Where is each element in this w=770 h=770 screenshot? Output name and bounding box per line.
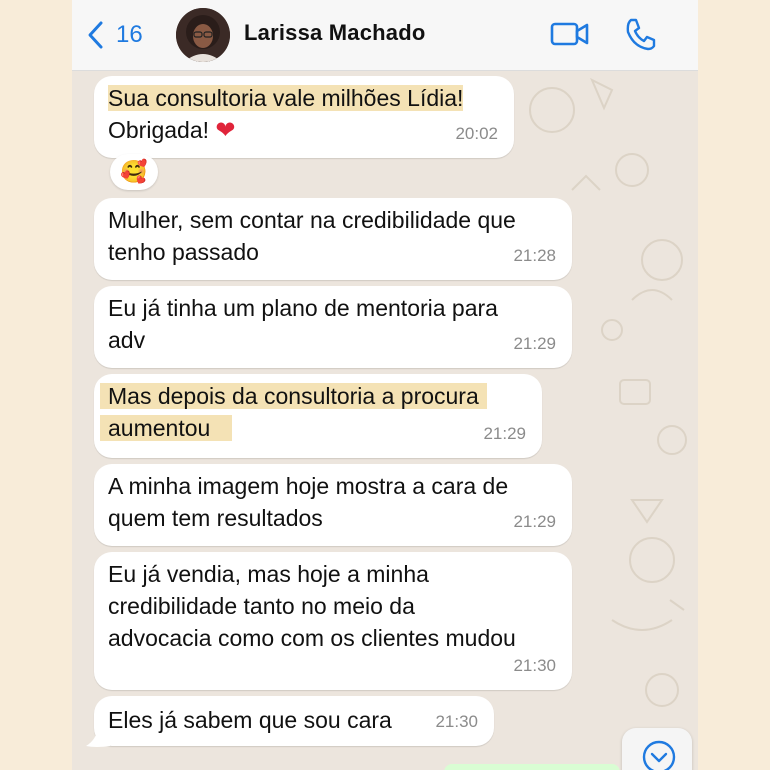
video-call-icon[interactable] [550,17,590,51]
message-time: 21:29 [483,424,526,443]
message-bubble[interactable]: Eu já vendia, mas hoje a minha credibili… [94,552,572,690]
message-text: advocacia como com os clientes mudou [108,625,516,651]
message-time: 20:02 [455,124,498,143]
chevron-left-icon [88,21,103,49]
message-text: credibilidade tanto no meio da [108,593,415,619]
chat-header: 16 Larissa Machado [72,0,698,71]
message-text: Mas depois da consultoria a procura [100,380,526,412]
message-bubble[interactable]: Eu já tinha um plano de mentoria para ad… [94,286,572,368]
message-bubble[interactable]: A minha imagem hoje mostra a cara de que… [94,464,572,546]
outgoing-message-edge [444,764,620,770]
message-time: 21:30 [513,656,556,675]
unread-count: 16 [116,21,143,48]
message-text: aumentou [100,412,526,444]
message-text: quem tem resultados [108,505,323,531]
bubble-tail [86,728,110,747]
message-time: 21:29 [513,512,556,531]
message-time: 21:29 [513,334,556,353]
message-bubble[interactable]: Sua consultoria vale milhões Lídia! Obri… [94,76,514,158]
message-time: 21:30 [435,712,478,731]
contact-name[interactable]: Larissa Machado [244,20,426,46]
message-text: Sua consultoria vale milhões Lídia! [108,85,464,111]
chat-screen: 16 Larissa Machado Sua consultoria vale … [72,0,698,770]
reaction-emoji: 🥰 [120,159,148,184]
avatar-image [176,8,230,62]
back-button[interactable]: 16 [86,18,143,52]
reaction-badge[interactable]: 🥰 [110,154,158,190]
message-text: Mulher, sem contar na credibilidade que [108,207,516,233]
message-text: Eu já vendia, mas hoje a minha [108,561,429,587]
message-text: adv [108,327,146,353]
scroll-down-button[interactable] [622,728,692,770]
message-bubble[interactable]: Mas depois da consultoria a procura aume… [94,374,542,458]
message-text: tenho passado [108,239,259,265]
message-time: 21:28 [513,246,556,265]
message-text: Eles já sabem que sou cara [108,707,392,733]
scroll-down-icon [642,740,676,770]
avatar[interactable] [176,8,230,62]
phone-call-icon[interactable] [624,17,656,51]
message-text: A minha imagem hoje mostra a cara de [108,473,509,499]
heart-emoji: ❤ [215,117,236,144]
message-bubble[interactable]: Mulher, sem contar na credibilidade que … [94,198,572,280]
message-text: Obrigada! ❤ [108,117,236,144]
message-text: Eu já tinha um plano de mentoria para [108,295,498,321]
message-bubble[interactable]: Eles já sabem que sou cara 21:30 [94,696,494,746]
